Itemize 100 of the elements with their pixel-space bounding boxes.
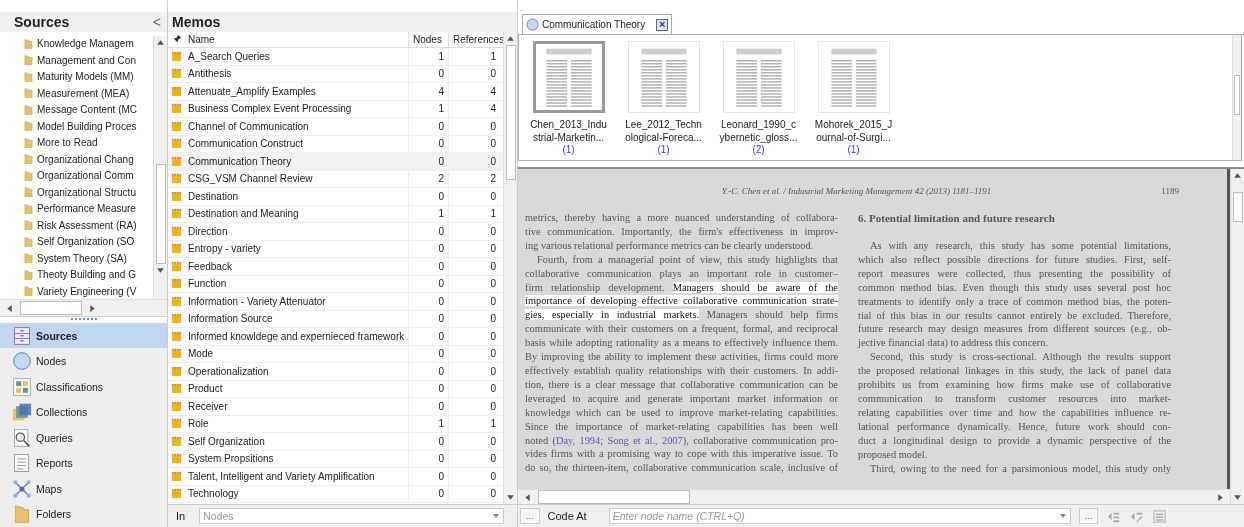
folder-item[interactable]: Performance Measure [24,200,153,218]
table-cell: 0 [408,135,448,152]
memo-row[interactable]: Business Complex Event Processing 1 4 [168,100,503,118]
scroll-up-arrow-icon[interactable] [1233,171,1242,180]
scroll-down-arrow-icon[interactable] [506,493,515,503]
collapse-button[interactable]: < [150,13,163,30]
memo-row[interactable]: Operationalization 0 0 [168,363,503,381]
memo-row[interactable]: Self Organization 0 0 [168,433,503,451]
notepad-icon [170,260,182,272]
scroll-up-arrow-icon[interactable] [156,37,165,47]
memo-row[interactable]: Mode 0 0 [168,345,503,363]
horizontal-scrollbar[interactable] [518,489,1230,504]
reference-count[interactable]: (2) [752,144,765,156]
stack-icon [12,402,32,423]
folder-item[interactable]: Maturity Models (MM) [24,68,153,86]
scroll-down-arrow-icon[interactable] [1233,493,1242,502]
folder-item[interactable]: Variety Engineering (V [24,283,153,300]
memo-row[interactable]: Antithesis 0 0 [168,65,503,83]
close-button[interactable]: × [656,18,669,31]
memo-row[interactable]: Entropy - variety 0 0 [168,240,503,258]
paragraph: Third, owing to the need for a parsimonious model, this study only [869,461,1171,476]
folder-item[interactable]: Measurement (MEA) [24,85,153,102]
column-header[interactable]: Nodes [408,32,448,47]
folder-item[interactable]: Model Building Proces [24,118,153,135]
scroll-up-arrow-icon[interactable] [506,34,515,43]
navigation-item[interactable]: Queries [0,425,167,451]
folder-item[interactable]: Self Organization (SO [24,233,153,251]
navigation-item[interactable]: Sources [0,323,167,349]
memo-row[interactable]: Direction 0 0 [168,223,503,241]
memo-row[interactable]: Communication Theory 0 0 [168,153,503,171]
memo-row[interactable]: Information Source 0 0 [168,310,503,328]
caret-icon[interactable] [492,512,501,520]
scroll-thumb[interactable] [1234,75,1240,115]
reference-count[interactable]: (1) [847,144,860,156]
memo-row[interactable]: Information - Variety Attenuator 0 0 [168,293,503,311]
document-thumbnail[interactable] [532,41,605,113]
notepad-icon [170,50,182,62]
folder-item[interactable]: Organizational Structu [24,184,153,201]
column-header[interactable]: Name [184,32,408,47]
list-icon[interactable] [1152,508,1168,524]
memo-row[interactable]: Destination and Meaning 1 1 [168,205,503,223]
memo-row[interactable]: Destination 0 0 [168,188,503,206]
folder-item[interactable]: System Theory (SA) [24,250,153,267]
memo-row[interactable]: Talent, Intelligent and Variety Amplification 0 0 [168,468,503,486]
memo-row[interactable]: Function 0 0 [168,275,503,293]
folder-item[interactable]: Knowledge Managem [24,35,153,53]
reference-count[interactable]: (1) [562,144,575,156]
scroll-thumb[interactable] [538,490,690,504]
memo-row[interactable]: Role 1 1 [168,415,503,433]
memo-row[interactable]: Channel of Communication 0 0 [168,118,503,136]
vertical-scrollbar[interactable] [1232,35,1241,160]
more-button[interactable]: ... [1078,508,1099,524]
notepad-icon [170,435,182,447]
folder-item[interactable]: Message Content (MC [24,101,153,119]
citation-link[interactable]: Song et al., 2007 [607,434,683,446]
document-tab[interactable]: Communication Theory × [522,14,673,34]
vertical-scrollbar[interactable] [153,35,167,300]
scroll-thumb[interactable] [20,301,82,316]
horizontal-scrollbar[interactable] [0,299,167,317]
navigation-item[interactable]: Collections [0,399,167,425]
folder-item[interactable]: Risk Assessment (RA) [24,217,153,234]
scroll-thumb[interactable] [1232,192,1243,222]
scroll-right-arrow-icon[interactable] [88,303,97,313]
memo-row[interactable]: A_Search Queries 1 1 [168,48,503,66]
folder-item[interactable]: Organizational Chang [24,151,153,168]
memo-row[interactable]: Feedback 0 0 [168,258,503,276]
scroll-thumb[interactable] [155,163,166,264]
memo-row[interactable]: CSG_VSM Channel Review 2 2 [168,170,503,188]
memo-row[interactable]: Informed knowldege and expernieced framework 0 0 [168,328,503,346]
navigation-item[interactable]: Reports [0,450,167,476]
memo-row[interactable]: Attenuate_Amplify Examples 4 4 [168,83,503,101]
navigation-item[interactable]: Nodes [0,348,167,374]
scope-dropdown[interactable]: Nodes [199,508,505,524]
folder-item[interactable]: More to Read [24,134,153,152]
paragraph: metrics, thereby having a more nuanced understanding of collabora- tive communication. Importantly, the firm's effectiveness in improv- ing various relational performance metrics can be clearly understood. [525,211,838,253]
folder-item[interactable]: Organizational Comm [24,167,153,185]
scroll-left-arrow-icon[interactable] [523,492,532,502]
scroll-down-arrow-icon[interactable] [156,265,165,275]
scroll-left-arrow-icon[interactable] [5,303,14,313]
caret-icon[interactable] [1058,512,1067,520]
memo-row[interactable]: System Propsitions 0 0 [168,450,503,468]
more-button[interactable]: ... [520,508,540,524]
folder-item[interactable]: Management and Con [24,52,153,69]
navigation-item[interactable]: Classifications [0,374,167,400]
node-name-field[interactable]: Enter node name (CTRL+Q) [608,508,1071,524]
memo-row[interactable]: Technology 0 0 [168,485,503,503]
vertical-scrollbar[interactable] [503,32,517,505]
scroll-right-arrow-icon[interactable] [1216,492,1225,502]
reference-count[interactable]: (1) [657,144,670,156]
navigation-item[interactable]: Maps [0,476,167,502]
navigation-item[interactable]: Folders [0,501,167,527]
scroll-thumb[interactable] [505,45,516,180]
notepad-icon [170,243,182,255]
section-heading: 6. Potential limitation and future research [858,211,1056,225]
memo-row[interactable]: Receiver 0 0 [168,398,503,416]
memo-row[interactable]: Product 0 0 [168,380,503,398]
vertical-scrollbar[interactable] [1230,169,1244,504]
memo-name: Information Source [187,312,274,327]
notepad-icon [170,278,182,290]
folder-item[interactable]: Theoty Building and G [24,266,153,284]
